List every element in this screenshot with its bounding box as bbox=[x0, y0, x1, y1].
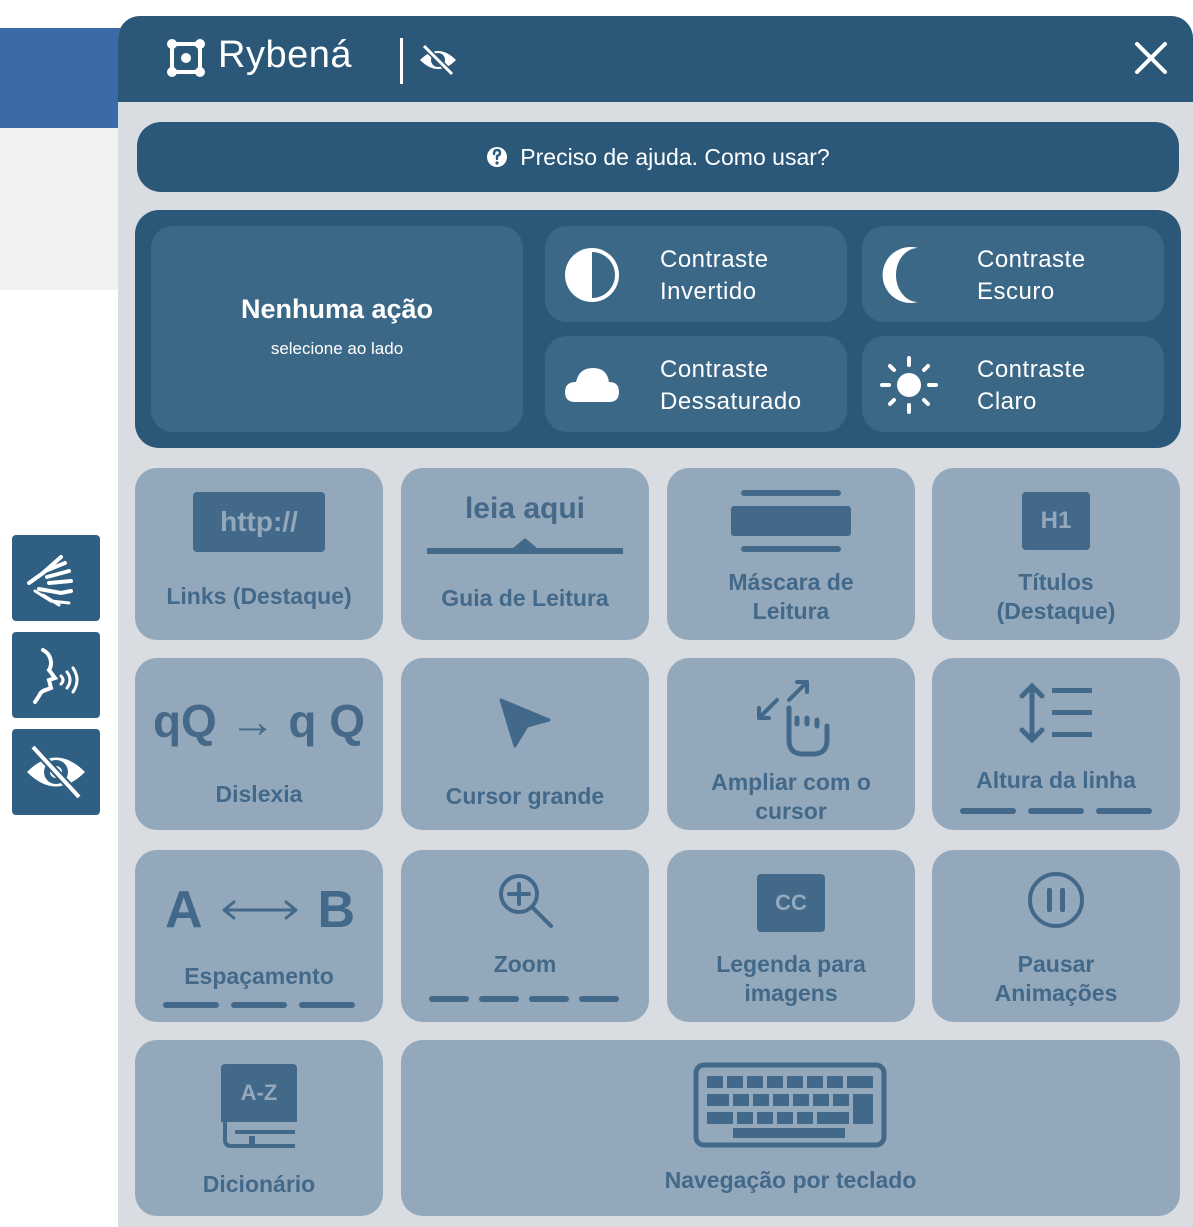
help-button[interactable]: Preciso de ajuda. Como usar? bbox=[137, 122, 1179, 192]
read-here-glyph: leia aqui bbox=[464, 492, 586, 525]
page-content-background bbox=[0, 128, 120, 290]
level-indicator bbox=[163, 1002, 355, 1008]
cursor-arrow-icon bbox=[499, 698, 551, 748]
line-height-button[interactable]: Altura da linha bbox=[932, 658, 1180, 830]
sun-icon bbox=[880, 356, 938, 414]
tile-label-line2: Leitura bbox=[752, 598, 830, 624]
spacing-button[interactable]: A B Espaçamento bbox=[135, 850, 383, 1022]
contrast-label-line1: Contraste bbox=[977, 246, 1086, 273]
tile-label: Zoom bbox=[493, 951, 557, 977]
contrast-label-line2: Escuro bbox=[977, 278, 1055, 305]
contrast-inverted-button[interactable]: Contraste Invertido bbox=[545, 226, 847, 322]
tile-label: Espaçamento bbox=[184, 963, 334, 989]
tile-label: Cursor grande bbox=[445, 783, 605, 809]
tile-label: Dislexia bbox=[215, 781, 303, 807]
tile-label-line2: imagens bbox=[744, 980, 838, 1006]
contrast-dark-button[interactable]: Contraste Escuro bbox=[862, 226, 1164, 322]
contrast-label-line2: Invertido bbox=[660, 278, 757, 305]
cc-icon: CC bbox=[757, 874, 825, 932]
links-highlight-button[interactable]: http:// Links (Destaque) bbox=[135, 468, 383, 640]
contrast-label-line1: Contraste bbox=[977, 356, 1086, 383]
magnify-cursor-button[interactable]: Ampliar com o cursor bbox=[667, 658, 915, 830]
header-divider bbox=[400, 38, 403, 84]
contrast-label-line1: Contraste bbox=[660, 246, 769, 273]
tile-label-line2: Animações bbox=[994, 980, 1118, 1006]
zoom-button[interactable]: Zoom bbox=[401, 850, 649, 1022]
image-captions-button[interactable]: CC Legenda para imagens bbox=[667, 850, 915, 1022]
double-arrow-icon bbox=[222, 900, 298, 920]
question-circle-icon bbox=[487, 147, 508, 167]
sign-language-hands-icon bbox=[27, 555, 73, 607]
dyslexia-glyph: qQ → q Q bbox=[152, 695, 366, 747]
zoom-in-icon bbox=[499, 874, 553, 928]
brand-name: Rybená bbox=[218, 34, 352, 76]
tile-label: Altura da linha bbox=[976, 767, 1136, 793]
accessibility-widget: Rybená Preciso de ajuda. Como usar? Nenh… bbox=[118, 16, 1193, 1227]
reading-guide-line-icon bbox=[427, 538, 623, 554]
tile-label-line1: Títulos bbox=[1018, 569, 1094, 595]
status-box: Nenhuma ação selecione ao lado bbox=[151, 226, 523, 432]
eye-slash-icon bbox=[27, 744, 85, 800]
pause-animations-button[interactable]: Pausar Animações bbox=[932, 850, 1180, 1022]
level-indicator bbox=[960, 808, 1152, 814]
speaking-head-icon bbox=[33, 648, 79, 704]
level-indicator bbox=[429, 996, 619, 1002]
contrast-label-line2: Dessaturado bbox=[660, 388, 802, 415]
dyslexia-button[interactable]: qQ → q Q Dislexia bbox=[135, 658, 383, 830]
http-icon: http:// bbox=[193, 492, 325, 552]
tile-label-line1: Máscara de bbox=[728, 569, 854, 595]
contrast-desaturated-button[interactable]: Contraste Dessaturado bbox=[545, 336, 847, 432]
cloud-icon bbox=[565, 368, 619, 402]
large-cursor-button[interactable]: Cursor grande bbox=[401, 658, 649, 830]
tile-label-line1: Pausar bbox=[1017, 951, 1095, 977]
keyboard-navigation-button[interactable]: Navegação por teclado bbox=[401, 1040, 1180, 1216]
status-title: Nenhuma ação bbox=[240, 294, 434, 324]
tile-label-line2: cursor bbox=[755, 798, 827, 824]
close-icon[interactable] bbox=[1129, 36, 1173, 80]
spacing-letter-b: B bbox=[317, 881, 355, 939]
eye-slash-icon[interactable] bbox=[416, 40, 460, 80]
reading-mask-button[interactable]: Máscara de Leitura bbox=[667, 468, 915, 640]
page-header-background bbox=[0, 28, 120, 128]
contrast-panel: Nenhuma ação selecione ao lado Contraste… bbox=[135, 210, 1181, 448]
titles-highlight-button[interactable]: H1 Títulos (Destaque) bbox=[932, 468, 1180, 640]
expand-hand-icon bbox=[757, 680, 830, 757]
voice-reader-button[interactable] bbox=[12, 632, 100, 718]
book-pages-icon bbox=[223, 1122, 295, 1148]
reading-mask-icon bbox=[731, 490, 851, 552]
tile-label-line1: Ampliar com o bbox=[711, 769, 871, 795]
h1-icon: H1 bbox=[1022, 492, 1090, 550]
reading-guide-button[interactable]: leia aqui Guia de Leitura bbox=[401, 468, 649, 640]
dictionary-button[interactable]: A-Z Dicionário bbox=[135, 1040, 383, 1216]
tile-label: Guia de Leitura bbox=[441, 585, 609, 611]
moon-icon bbox=[882, 247, 918, 303]
hide-widget-button[interactable] bbox=[12, 729, 100, 815]
status-subtitle: selecione ao lado bbox=[270, 339, 404, 358]
spacing-letter-a: A bbox=[165, 881, 203, 939]
tile-label: Links (Destaque) bbox=[166, 583, 352, 609]
sign-language-button[interactable] bbox=[12, 535, 100, 621]
help-label: Preciso de ajuda. Como usar? bbox=[520, 143, 830, 170]
rybena-logo-icon bbox=[167, 39, 205, 77]
book-az-icon: A-Z bbox=[221, 1064, 297, 1122]
tile-label: Navegação por teclado bbox=[664, 1167, 917, 1193]
tile-label-line1: Legenda para bbox=[716, 951, 866, 977]
half-circle-icon bbox=[565, 248, 619, 302]
pause-circle-icon bbox=[1028, 872, 1084, 928]
tile-label: Dicionário bbox=[202, 1171, 316, 1197]
contrast-label-line1: Contraste bbox=[660, 356, 769, 383]
tile-label-line2: (Destaque) bbox=[996, 598, 1116, 624]
widget-header: Rybená bbox=[118, 16, 1193, 102]
keyboard-icon bbox=[693, 1062, 887, 1148]
contrast-label-line2: Claro bbox=[977, 388, 1037, 415]
contrast-light-button[interactable]: Contraste Claro bbox=[862, 336, 1164, 432]
line-height-icon bbox=[1019, 682, 1092, 744]
